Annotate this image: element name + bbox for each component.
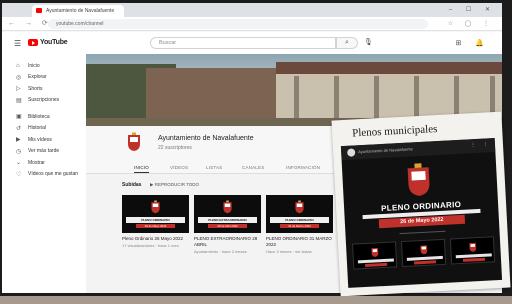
extension-icons[interactable]: ☆ ◯ ⋮ (448, 20, 494, 27)
youtube-favicon-icon (36, 8, 42, 13)
menu-icon[interactable]: ☰ (14, 39, 21, 48)
video-title[interactable]: PLENO ORDINARIO 31 MARZO 2022 (266, 236, 333, 247)
play-all-button[interactable]: ▶ REPRODUCIR TODO (150, 182, 199, 188)
tab-videos[interactable]: VÍDEOS (170, 165, 188, 170)
sidebar-item[interactable]: ↺ Historial (2, 123, 86, 133)
sidebar-icon: ◷ (16, 148, 22, 155)
thumbnail-band: PLENO ORDINARIO (270, 217, 329, 223)
channel-avatar (347, 148, 356, 157)
video-card[interactable]: PLENO ORDINARIO 31 de Marzo 2022 PLENO ORD… (266, 195, 333, 254)
crest-icon (151, 200, 160, 214)
youtube-header: ☰ YouTube Buscar ⌕ 🎙 ⊞ 🔔 (2, 32, 502, 54)
browser-tab[interactable]: Ayuntamiento de Navalafuente (32, 5, 124, 17)
sidebar-item[interactable]: ▶ Mis vídeos (2, 135, 86, 145)
search-icon[interactable]: ⌕ (336, 37, 358, 49)
clipping-title: Plenos municipales (351, 123, 438, 140)
thumbnail-date: 31 de Marzo 2022 (280, 224, 319, 228)
tab-title: Ayuntamiento de Navalafuente (46, 8, 115, 14)
nav-buttons[interactable]: ← → ⟳ (8, 19, 52, 27)
microphone-icon[interactable]: 🎙 (364, 38, 373, 46)
clipping-thumbnail (449, 236, 496, 265)
thumbnail-band: PLENO EXTRAORDINARIO (198, 217, 257, 223)
search-input[interactable]: Buscar (150, 37, 336, 49)
sidebar-item[interactable]: ♡ Vídeos que me gustan (2, 169, 86, 179)
sidebar-icon: ◎ (16, 74, 22, 81)
channel-crest-icon (128, 132, 140, 151)
video-title[interactable]: PLENO EXTRAORDINARIO 28 ABRIL (194, 236, 261, 247)
video-card[interactable]: PLENO ORDINARIO 26 de Mayo 2022 Pleno Ordi… (122, 195, 189, 248)
sidebar-item-label: Mis vídeos (28, 136, 52, 143)
tab-informacion[interactable]: INFORMACIÓN (286, 165, 320, 170)
sidebar-item-label: Suscripciones (28, 97, 60, 103)
video-thumbnail[interactable]: PLENO ORDINARIO 31 de Marzo 2022 (266, 195, 333, 233)
tab-strip: Ayuntamiento de Navalafuente – ☐ ✕ (2, 3, 502, 17)
sidebar-item-label: Explorar (28, 74, 47, 80)
header-actions[interactable]: ⊞ 🔔 (455, 39, 490, 47)
sidebar-item[interactable]: ⌂ Inicio (2, 61, 86, 71)
clipping-thumbnails (351, 236, 496, 270)
window-controls[interactable]: – ☐ ✕ (449, 6, 496, 13)
sidebar-item[interactable]: ▷ Shorts (2, 84, 86, 94)
sidebar-icon: ▶ (16, 137, 21, 143)
crest-icon (407, 163, 430, 196)
video-meta: Ayuntamiento · hace 2 meses (194, 248, 247, 254)
clipping-channel: Ayuntamiento de Navalafuente (358, 146, 413, 155)
tab-canales[interactable]: CANALES (242, 165, 264, 170)
sidebar: ⌂ Inicio ◎ Explorar ▷ Shorts ▤ Suscripciones ▣ B… (2, 54, 86, 293)
channel-name[interactable]: Ayuntamiento de Navalafuente (158, 135, 254, 142)
clipping-screenshot: Ayuntamiento de Navalafuente ⋮ ⋮ PLENO O… (340, 138, 503, 288)
video-meta: Hace 3 meses · sin vistas (266, 248, 312, 254)
sidebar-item[interactable]: ▤ Suscripciones (2, 95, 86, 105)
sidebar-item-label: Historial (28, 125, 47, 131)
sidebar-icon: ⌄ (16, 160, 22, 166)
newspaper-clipping: Plenos municipales Ayuntamiento de Naval… (331, 111, 511, 297)
subscriber-count: 22 suscriptores (158, 145, 192, 151)
video-thumbnail[interactable]: PLENO ORDINARIO 26 de Mayo 2022 (122, 195, 189, 233)
crest-icon (295, 200, 304, 214)
youtube-logo-text: YouTube (40, 39, 68, 46)
youtube-play-icon (28, 39, 38, 46)
sidebar-item[interactable]: ⌄ Mostrar (2, 158, 86, 168)
more-icon: ⋮ ⋮ (470, 141, 492, 149)
sidebar-item-label: Shorts (28, 85, 43, 92)
youtube-logo[interactable]: YouTube (28, 39, 68, 46)
thumbnail-band: PLENO ORDINARIO (126, 217, 185, 223)
thumbnail-date: 28 de Abril 2022 (208, 224, 247, 228)
crest-icon (223, 200, 232, 214)
sidebar-item-label: Biblioteca (28, 113, 50, 120)
sidebar-icon: ▣ (16, 114, 22, 120)
tab-listas[interactable]: LISTAS (206, 165, 222, 170)
video-title[interactable]: Pleno Ordinario 26 Mayo 2022 (122, 236, 189, 242)
url-field[interactable]: youtube.com/channel (48, 19, 428, 29)
sidebar-item[interactable]: ◎ Explorar (2, 72, 86, 82)
video-meta: 17 visualizaciones · hace 1 mes (122, 243, 179, 248)
sidebar-item-label: Ver más tarde (28, 148, 60, 154)
clipping-thumbnail (351, 241, 398, 270)
sidebar-icon: ▷ (16, 86, 21, 92)
thumbnail-date: 26 de Mayo 2022 (136, 224, 175, 228)
sidebar-icon: ↺ (16, 125, 22, 132)
address-bar: ← → ⟳ youtube.com/channel ☆ ◯ ⋮ (2, 17, 502, 31)
sidebar-item-label: Inicio (28, 62, 40, 69)
sidebar-item-label: Mostrar (28, 159, 45, 166)
tab-inicio[interactable]: INICIO (134, 165, 149, 173)
sidebar-item[interactable]: ▣ Biblioteca (2, 112, 86, 122)
sidebar-icon: ⌂ (16, 62, 20, 69)
sidebar-item-label: Vídeos que me gustan (28, 171, 79, 177)
section-title: Subidas (122, 182, 142, 188)
sidebar-item[interactable]: ◷ Ver más tarde (2, 146, 86, 156)
sidebar-icon: ▤ (16, 97, 22, 104)
video-card[interactable]: PLENO EXTRAORDINARIO 28 de Abril 2022 PLEN… (194, 195, 261, 254)
video-thumbnail[interactable]: PLENO EXTRAORDINARIO 28 de Abril 2022 (194, 195, 261, 233)
clipping-thumbnail (400, 238, 447, 268)
sidebar-icon: ♡ (16, 171, 22, 178)
desk-surface (0, 296, 512, 304)
